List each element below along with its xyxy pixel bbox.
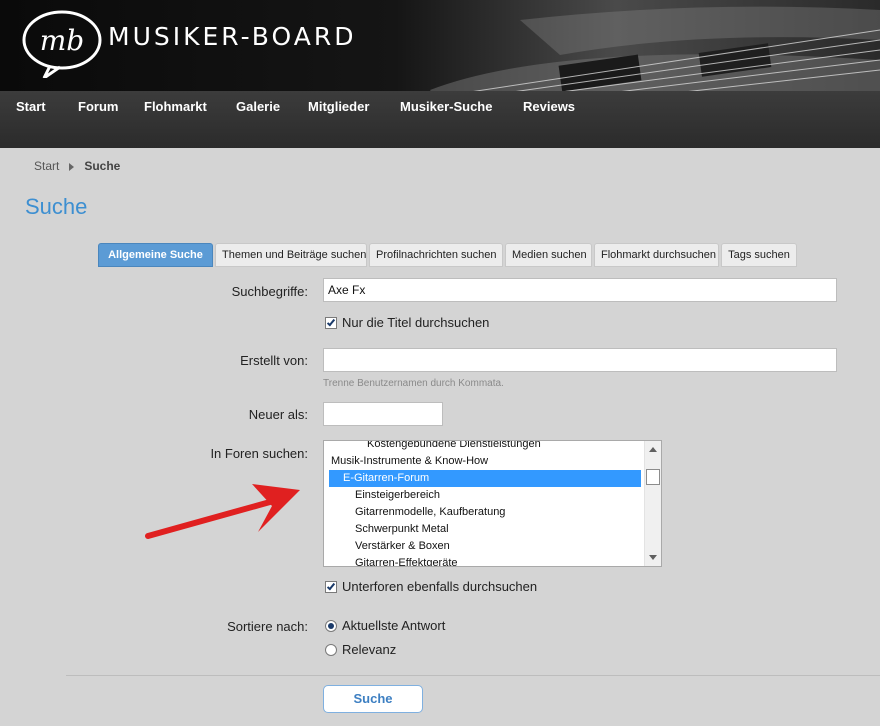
titles-only-checkbox[interactable]	[325, 317, 337, 329]
forum-option[interactable]: Schwerpunkt Metal	[329, 521, 641, 538]
nav-start[interactable]: Start	[16, 99, 46, 114]
breadcrumb: Start Suche	[34, 159, 120, 173]
forum-option[interactable]: Gitarrenmodelle, Kaufberatung	[329, 504, 641, 521]
sort-relevance-radio[interactable]	[325, 644, 337, 656]
titles-only-option[interactable]: Nur die Titel durchsuchen	[325, 315, 489, 330]
tab-tags[interactable]: Tags suchen	[721, 243, 797, 267]
sort-relevance-label: Relevanz	[342, 642, 397, 657]
newer-than-input[interactable]	[323, 402, 443, 426]
sort-label: Sortiere nach:	[227, 619, 308, 634]
tab-allgemeine-suche[interactable]: Allgemeine Suche	[98, 243, 213, 267]
page-title: Suche	[25, 194, 88, 219]
titles-only-label: Nur die Titel durchsuchen	[342, 315, 490, 330]
forum-option[interactable]: Kostengebundene Dienstleistungen	[329, 441, 641, 453]
forum-option-selected[interactable]: E-Gitarren-Forum	[329, 470, 641, 487]
subforums-checkbox[interactable]	[325, 581, 337, 593]
site-header: mb MUSIKER-BOARD	[0, 0, 880, 91]
forums-label: In Foren suchen:	[210, 446, 308, 461]
subforums-label: Unterforen ebenfalls durchsuchen	[342, 579, 538, 594]
tab-themen-beitraege[interactable]: Themen und Beiträge suchen	[215, 243, 367, 267]
forum-option[interactable]: Musik-Instrumente & Know-How	[329, 453, 641, 470]
nav-mitglieder[interactable]: Mitglieder	[308, 99, 369, 114]
sort-option-relevance[interactable]: Relevanz	[325, 642, 396, 657]
nav-flohmarkt[interactable]: Flohmarkt	[144, 99, 207, 114]
newer-than-label: Neuer als:	[248, 407, 308, 422]
chevron-right-icon	[69, 162, 75, 171]
site-name: MUSIKER-BOARD	[108, 22, 357, 51]
nav-reviews[interactable]: Reviews	[523, 99, 575, 114]
scroll-up-arrow-icon[interactable]	[649, 447, 657, 452]
tab-medien[interactable]: Medien suchen	[505, 243, 592, 267]
form-divider	[66, 675, 880, 676]
tab-flohmarkt[interactable]: Flohmarkt durchsuchen	[594, 243, 719, 267]
red-annotation-arrow-icon	[145, 484, 300, 539]
created-by-hint: Trenne Benutzernamen durch Kommata.	[323, 378, 504, 389]
subforums-option[interactable]: Unterforen ebenfalls durchsuchen	[325, 579, 537, 594]
logo-speech-bubble-icon: mb	[22, 10, 102, 78]
site-logo[interactable]: mb MUSIKER-BOARD	[20, 8, 400, 80]
sort-option-latest[interactable]: Aktuellste Antwort	[325, 618, 445, 633]
nav-forum[interactable]: Forum	[78, 99, 118, 114]
forum-listbox[interactable]: Kostengebundene Dienstleistungen Musik-I…	[323, 440, 662, 567]
forum-option[interactable]: Verstärker & Boxen	[329, 538, 641, 555]
forum-list-scrollbar[interactable]	[644, 441, 661, 566]
nav-galerie[interactable]: Galerie	[236, 99, 280, 114]
forum-option[interactable]: Gitarren-Effektgeräte	[329, 555, 641, 566]
nav-musiker-suche[interactable]: Musiker-Suche	[400, 99, 492, 114]
sort-latest-radio[interactable]	[325, 620, 337, 632]
created-by-input[interactable]	[323, 348, 837, 372]
search-submit-button[interactable]: Suche	[323, 685, 423, 713]
svg-text:mb: mb	[40, 24, 84, 57]
scroll-thumb[interactable]	[646, 469, 660, 485]
main-nav: Start Forum Flohmarkt Galerie Mitglieder…	[0, 91, 880, 148]
scroll-down-arrow-icon[interactable]	[649, 555, 657, 560]
breadcrumb-current: Suche	[84, 159, 121, 173]
keywords-label: Suchbegriffe:	[231, 284, 308, 299]
breadcrumb-home[interactable]: Start	[34, 159, 59, 173]
tab-profilnachrichten[interactable]: Profilnachrichten suchen	[369, 243, 503, 267]
created-by-label: Erstellt von:	[240, 353, 308, 368]
keywords-input[interactable]	[323, 278, 837, 302]
sort-latest-label: Aktuellste Antwort	[342, 618, 446, 633]
forum-option[interactable]: Einsteigerbereich	[329, 487, 641, 504]
